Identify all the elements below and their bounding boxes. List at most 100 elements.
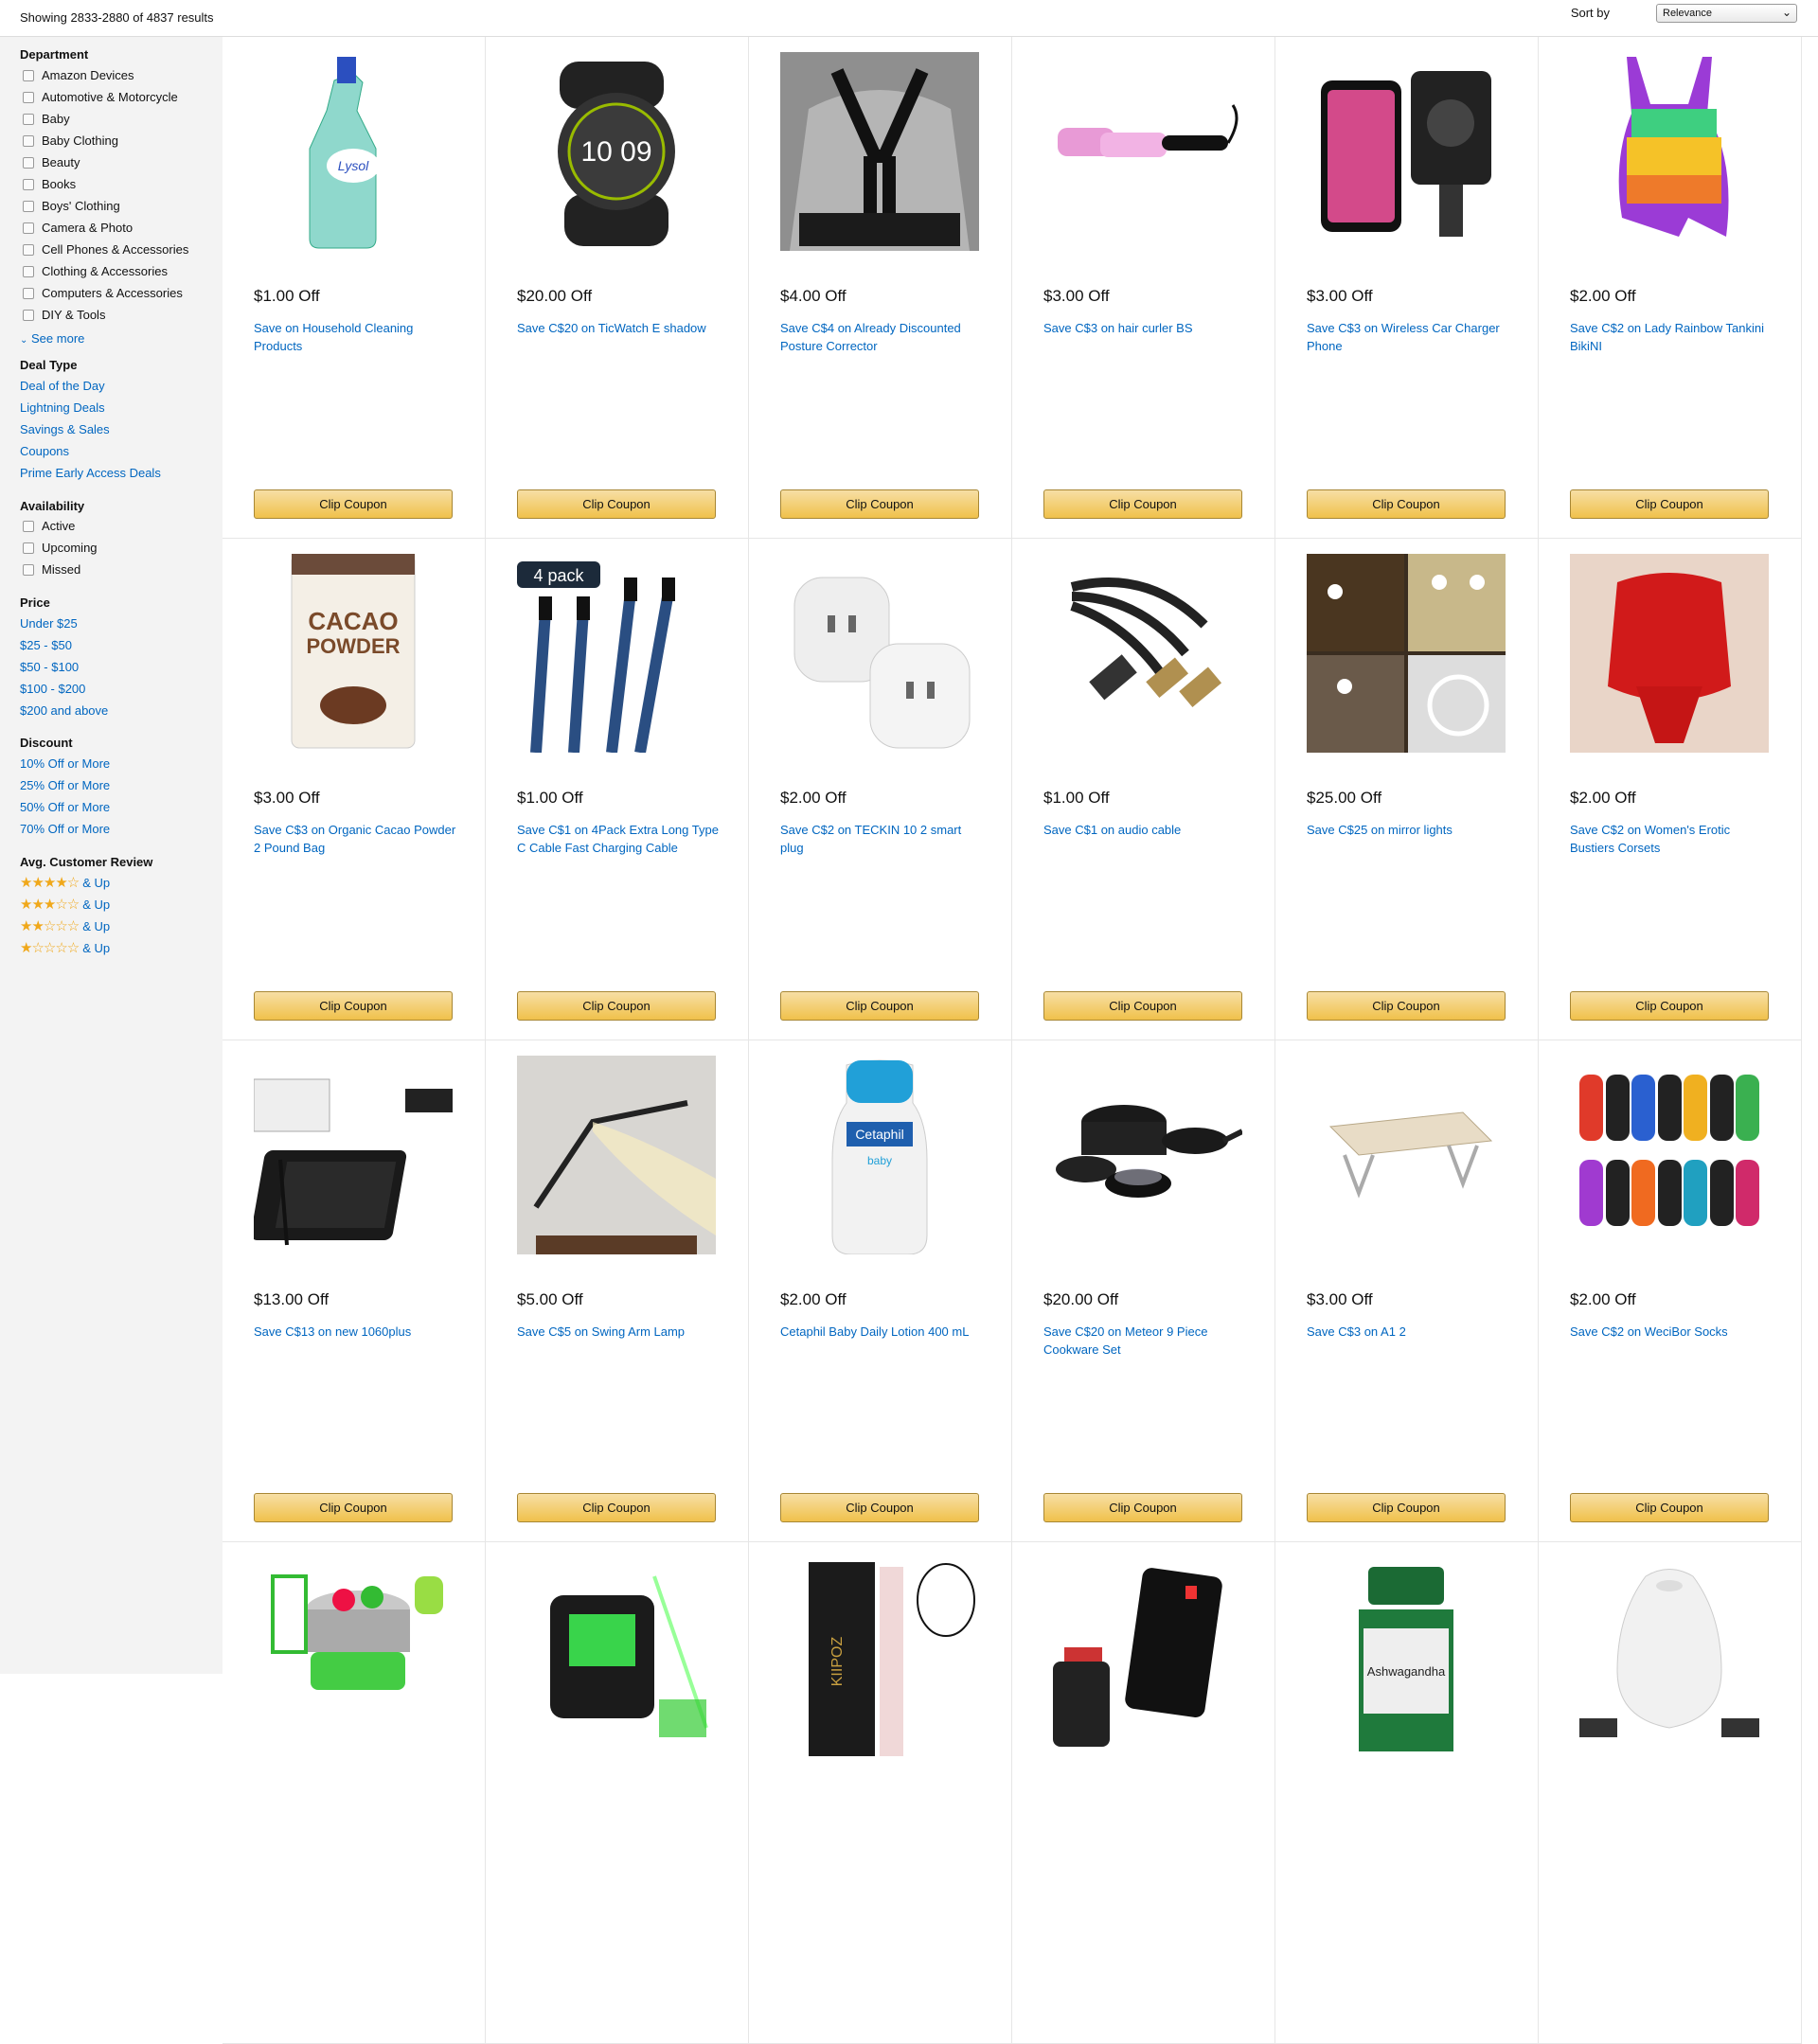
clip-coupon-button[interactable]: Clip Coupon [1307,1493,1506,1522]
checkbox[interactable] [23,309,34,321]
car-charger-icon[interactable] [1307,52,1506,251]
cacao-bag-icon[interactable]: CACAO POWDER [254,553,453,753]
see-more-link[interactable]: ⌄ See more [20,331,84,346]
clip-coupon-button[interactable]: Clip Coupon [1043,991,1242,1021]
filter-link[interactable]: $50 - $100 [20,660,79,674]
deal-title-link[interactable]: Save C$1 on audio cable [1043,821,1247,839]
deal-title-link[interactable]: Save C$3 on Wireless Car Charger Phone [1307,319,1510,355]
deal-title-link[interactable]: Save C$2 on TECKIN 10 2 smart plug [780,821,984,857]
filter-link[interactable]: Coupons [20,444,69,458]
socks-icon[interactable] [1570,1056,1769,1254]
filter-option[interactable]: Baby Clothing [23,133,118,148]
filter-link[interactable]: 10% Off or More [20,756,110,771]
lotion-bottle-icon[interactable]: Cetaphil baby [780,1056,979,1255]
filter-link[interactable]: Under $25 [20,616,78,631]
checkbox[interactable] [23,200,34,212]
hair-curler-icon[interactable] [1043,52,1242,251]
clip-coupon-button[interactable]: Clip Coupon [1307,489,1506,519]
deal-title-link[interactable]: Save C$20 on TicWatch E shadow [517,319,721,337]
deal-title-link[interactable]: Save C$3 on hair curler BS [1043,319,1247,337]
checkbox[interactable] [23,178,34,190]
deal-title-link[interactable]: Save C$25 on mirror lights [1307,821,1510,839]
filter-option[interactable]: Missed [23,562,80,577]
supplement-bottle-icon[interactable]: Ashwagandha [1307,1557,1506,1756]
checkbox[interactable] [23,113,34,125]
filter-link[interactable]: $200 and above [20,703,108,718]
checkbox[interactable] [23,134,34,147]
mirror-lights-icon[interactable] [1307,554,1506,753]
deal-title-link[interactable]: Save C$13 on new 1060plus [254,1323,457,1341]
clip-coupon-button[interactable]: Clip Coupon [254,1493,453,1522]
filter-option[interactable]: Beauty [23,155,80,169]
sort-select[interactable]: Relevance ⌄ [1656,4,1797,23]
cookware-icon[interactable] [1043,1056,1244,1254]
deal-title-link[interactable]: Save C$1 on 4Pack Extra Long Type C Cabl… [517,821,721,857]
deal-title-link[interactable]: Save C$3 on Organic Cacao Powder 2 Pound… [254,821,457,857]
drawing-tablet-icon[interactable] [250,1056,453,1254]
filter-option[interactable]: Active [23,519,75,533]
posture-corrector-icon[interactable] [780,52,979,251]
deal-title-link[interactable]: Save C$20 on Meteor 9 Piece Cookware Set [1043,1323,1247,1359]
deal-title-link[interactable]: Save C$2 on Lady Rainbow Tankini BikiNI [1570,319,1773,355]
clip-coupon-button[interactable]: Clip Coupon [1043,489,1242,519]
cleaner-bottle-icon[interactable]: Lysol [254,52,453,251]
audio-cable-icon[interactable] [1043,554,1242,753]
review-filter[interactable]: ★★★★☆ & Up [20,874,110,891]
clip-coupon-button[interactable]: Clip Coupon [517,1493,716,1522]
diffuser-icon[interactable] [1570,1557,1769,1756]
checkbox[interactable] [23,520,34,532]
filter-option[interactable]: Cell Phones & Accessories [23,242,188,257]
clip-coupon-button[interactable]: Clip Coupon [1307,991,1506,1021]
corset-icon[interactable] [1570,554,1769,753]
clip-coupon-button[interactable]: Clip Coupon [780,489,979,519]
filter-link[interactable]: Lightning Deals [20,400,105,415]
checkbox[interactable] [23,287,34,299]
clip-coupon-button[interactable]: Clip Coupon [1570,489,1769,519]
filter-link[interactable]: 70% Off or More [20,822,110,836]
filter-option[interactable]: Amazon Devices [23,68,134,82]
filter-link[interactable]: Savings & Sales [20,422,110,436]
checkbox[interactable] [23,156,34,169]
clip-coupon-button[interactable]: Clip Coupon [254,489,453,519]
deal-title-link[interactable]: Save C$2 on Women's Erotic Bustiers Cors… [1570,821,1773,857]
filter-option[interactable]: Baby [23,112,70,126]
review-filter[interactable]: ★☆☆☆☆ & Up [20,939,110,956]
filter-option[interactable]: Camera & Photo [23,221,133,235]
deal-title-link[interactable]: Save C$4 on Already Discounted Posture C… [780,319,984,355]
smart-plug-icon[interactable] [780,554,979,753]
filter-link[interactable]: Prime Early Access Deals [20,466,161,480]
clip-coupon-button[interactable]: Clip Coupon [517,489,716,519]
filter-link[interactable]: $100 - $200 [20,682,85,696]
deal-title-link[interactable]: Save C$2 on WeciBor Socks [1570,1323,1773,1341]
usb-cables-icon[interactable]: 4 pack [517,554,716,755]
clip-coupon-button[interactable]: Clip Coupon [780,1493,979,1522]
desk-lamp-icon[interactable] [517,1056,716,1254]
checkbox[interactable] [23,243,34,256]
filter-option[interactable]: Clothing & Accessories [23,264,168,278]
review-filter[interactable]: ★★☆☆☆ & Up [20,917,110,934]
filter-option[interactable]: DIY & Tools [23,308,105,322]
checkbox[interactable] [23,542,34,554]
smartwatch-icon[interactable]: 10 09 [517,52,716,251]
deal-title-link[interactable]: Cetaphil Baby Daily Lotion 400 mL [780,1323,984,1341]
swimsuit-icon[interactable] [1570,52,1769,251]
checkbox[interactable] [23,222,34,234]
checkbox[interactable] [23,91,34,103]
review-filter[interactable]: ★★★☆☆ & Up [20,896,110,913]
checkbox[interactable] [23,563,34,576]
filter-link[interactable]: 50% Off or More [20,800,110,814]
clip-coupon-button[interactable]: Clip Coupon [780,991,979,1021]
power-bank-icon[interactable] [1043,1557,1242,1756]
clip-coupon-button[interactable]: Clip Coupon [1570,991,1769,1021]
deal-title-link[interactable]: Save C$5 on Swing Arm Lamp [517,1323,721,1341]
filter-option[interactable]: Computers & Accessories [23,286,183,300]
checkbox[interactable] [23,265,34,277]
laser-level-icon[interactable] [517,1557,716,1756]
steamer-basket-icon[interactable] [254,1557,453,1756]
clip-coupon-button[interactable]: Clip Coupon [254,991,453,1021]
filter-option[interactable]: Books [23,177,76,191]
clip-coupon-button[interactable]: Clip Coupon [1570,1493,1769,1522]
deal-title-link[interactable]: Save C$3 on A1 2 [1307,1323,1510,1341]
filter-option[interactable]: Boys' Clothing [23,199,120,213]
clip-coupon-button[interactable]: Clip Coupon [1043,1493,1242,1522]
